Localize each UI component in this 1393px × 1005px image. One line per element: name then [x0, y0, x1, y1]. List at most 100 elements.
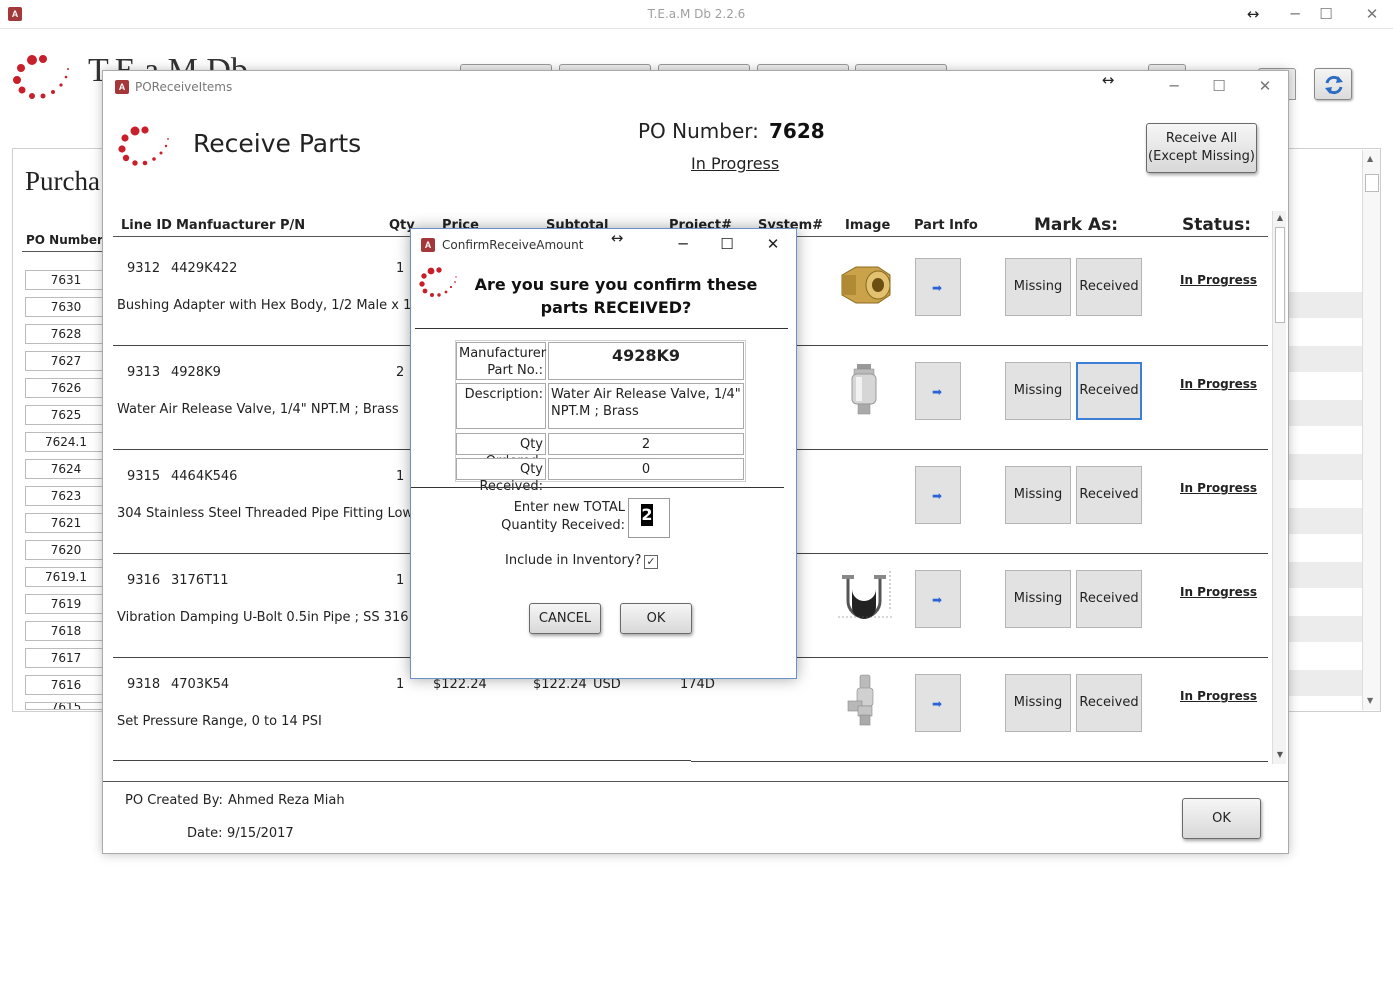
po-number-cell[interactable]: 7615 [25, 702, 107, 710]
question-line: parts RECEIVED? [540, 298, 692, 317]
received-button[interactable]: Received [1076, 258, 1142, 316]
missing-button[interactable]: Missing [1005, 570, 1071, 628]
po-number-cell[interactable]: 7627 [25, 351, 107, 371]
dialog-title: ConfirmReceiveAmount [442, 238, 584, 252]
po-status-link[interactable]: In Progress [691, 154, 779, 173]
qty: 2 [396, 365, 405, 380]
include-inventory-checkbox[interactable]: ✓ [644, 555, 658, 569]
new-qty-input[interactable]: 2 [628, 498, 670, 538]
line-id: 9316 [127, 573, 161, 588]
received-button[interactable]: Received [1076, 362, 1142, 420]
po-number-cell[interactable]: 7619.1 [25, 567, 107, 587]
receive-all-button[interactable]: Receive All (Except Missing) [1146, 123, 1257, 173]
po-number-cell[interactable]: 7624.1 [25, 432, 107, 452]
receive-all-sublabel: (Except Missing) [1148, 149, 1255, 164]
po-number-cell[interactable]: 7620 [25, 540, 107, 560]
po-number-cell[interactable]: 7626 [25, 378, 107, 398]
po-number-cell[interactable]: 7617 [25, 648, 107, 668]
po-number-cell[interactable]: 7631 [25, 270, 107, 290]
part-info-button[interactable]: ➡ [915, 674, 961, 732]
ok-button[interactable]: OK [620, 603, 692, 634]
missing-button[interactable]: Missing [1005, 258, 1071, 316]
scroll-up-icon[interactable]: ▲ [1367, 154, 1373, 163]
currency: USD [593, 677, 621, 692]
close-button[interactable]: ✕ [758, 233, 788, 255]
missing-button[interactable]: Missing [1005, 674, 1071, 732]
new-qty-value: 2 [641, 504, 653, 526]
po-number-cell[interactable]: 7618 [25, 621, 107, 641]
team-logo [13, 55, 69, 99]
minimize-button[interactable]: ─ [1159, 75, 1189, 97]
column-header-status: Status: [1182, 215, 1251, 235]
part-description: Vibration Damping U-Bolt 0.5in Pipe ; SS… [117, 610, 409, 625]
refresh-button[interactable] [1314, 68, 1352, 100]
received-button[interactable]: Received [1076, 570, 1142, 628]
vertical-scrollbar[interactable]: ▲ ▼ [1362, 150, 1380, 710]
access-app-icon: A [115, 80, 129, 94]
qty: 1 [396, 573, 405, 588]
maximize-button[interactable]: ☐ [1311, 3, 1341, 25]
line-id: 9312 [127, 261, 161, 276]
po-number-cell[interactable]: 7619 [25, 594, 107, 614]
vertical-scrollbar[interactable]: ▲ ▼ [1272, 211, 1286, 764]
row-status-link[interactable]: In Progress [1180, 273, 1257, 287]
team-logo [419, 267, 457, 297]
arrow-right-icon: ➡ [932, 385, 943, 399]
po-number-cell[interactable]: 7628 [25, 324, 107, 344]
maximize-button[interactable]: ☐ [712, 233, 742, 255]
mfr-part-number: 3176T11 [171, 573, 229, 588]
missing-button[interactable]: Missing [1005, 362, 1071, 420]
row-status-link[interactable]: In Progress [1180, 481, 1257, 495]
resize-icon[interactable]: ↔ [602, 227, 632, 249]
part-description: Water Air Release Valve, 1/4" NPT.M ; Br… [117, 402, 399, 417]
po-number-cell[interactable]: 7624 [25, 459, 107, 479]
po-number-cell[interactable]: 7616 [25, 675, 107, 695]
label-line: Part No.: [487, 363, 543, 378]
question-line: Are you sure you confirm these [474, 275, 758, 294]
missing-button[interactable]: Missing [1005, 466, 1071, 524]
row-status-link[interactable]: In Progress [1180, 377, 1257, 391]
mfr-part-number: 4928K9 [171, 365, 221, 380]
close-button[interactable]: ✕ [1250, 75, 1280, 97]
po-number-cell[interactable]: 7630 [25, 297, 107, 317]
column-header-line-id: Line ID [121, 218, 172, 233]
part-info-button[interactable]: ➡ [915, 258, 961, 316]
po-window-titlebar: A POReceiveItems ↔ ─ ☐ ✕ [103, 71, 1288, 103]
part-description: Bushing Adapter with Hex Body, 1/2 Male … [117, 298, 436, 313]
minimize-button[interactable]: ─ [668, 233, 698, 255]
scroll-thumb[interactable] [1365, 174, 1379, 192]
app-title: T.E.a.M Db 2.2.6 [647, 7, 746, 21]
row-status-link[interactable]: In Progress [1180, 585, 1257, 599]
received-button[interactable]: Received [1076, 466, 1142, 524]
scroll-down-icon[interactable]: ▼ [1367, 696, 1373, 705]
column-header-mfr-pn: Manfuacturer P/N [176, 218, 306, 233]
date-label: Date: [187, 826, 223, 841]
scroll-up-icon[interactable]: ▲ [1275, 213, 1285, 223]
part-info-button[interactable]: ➡ [915, 570, 961, 628]
cancel-button[interactable]: CANCEL [529, 603, 601, 634]
po-number-cell[interactable]: 7625 [25, 405, 107, 425]
column-header-image: Image [845, 218, 891, 233]
scroll-down-icon[interactable]: ▼ [1275, 750, 1285, 760]
po-number-cell[interactable]: 7623 [25, 486, 107, 506]
close-button[interactable]: ✕ [1357, 3, 1387, 25]
resize-icon[interactable]: ↔ [1093, 69, 1123, 91]
ok-button[interactable]: OK [1182, 798, 1261, 839]
po-number-value: 7628 [769, 119, 825, 143]
scroll-thumb[interactable] [1275, 227, 1285, 323]
row-status-link[interactable]: In Progress [1180, 689, 1257, 703]
project-number: 174D [680, 677, 715, 692]
dialog-divider [411, 487, 784, 488]
qty: 1 [396, 677, 405, 692]
maximize-button[interactable]: ☐ [1204, 75, 1234, 97]
row-stripe [1288, 616, 1363, 642]
resize-icon[interactable]: ↔ [1238, 3, 1268, 25]
minimize-button[interactable]: ─ [1280, 3, 1310, 25]
created-by-label: PO Created By: [125, 793, 223, 808]
received-button[interactable]: Received [1076, 674, 1142, 732]
qty-received-value: 0 [548, 458, 744, 480]
receive-parts-heading: Receive Parts [193, 129, 362, 158]
po-number-cell[interactable]: 7621 [25, 513, 107, 533]
part-info-button[interactable]: ➡ [915, 362, 961, 420]
part-info-button[interactable]: ➡ [915, 466, 961, 524]
